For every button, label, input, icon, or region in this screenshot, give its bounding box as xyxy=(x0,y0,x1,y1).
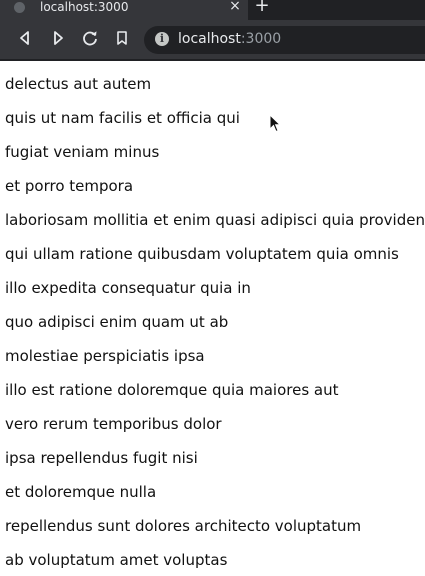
mouse-pointer-icon xyxy=(269,113,282,133)
list-item: illo expedita consequatur quia in xyxy=(5,279,251,297)
arrow-right-icon[interactable] xyxy=(49,29,67,47)
favicon-icon xyxy=(14,2,25,13)
list-item: vero rerum temporibus dolor xyxy=(5,415,222,433)
plus-icon[interactable]: + xyxy=(254,0,270,15)
list-item: quo adipisci enim quam ut ab xyxy=(5,313,229,331)
list-item: et doloremque nulla xyxy=(5,483,157,501)
list-item: ipsa repellendus fugit nisi xyxy=(5,449,198,467)
list-item: ab voluptatum amet voluptas xyxy=(5,551,228,569)
close-icon[interactable]: × xyxy=(228,0,242,14)
list-item: qui ullam ratione quibusdam voluptatem q… xyxy=(5,245,399,263)
tab-title: localhost:3000 xyxy=(40,0,129,14)
tab-strip: localhost:3000 × + xyxy=(0,0,425,20)
reload-icon[interactable] xyxy=(81,29,99,47)
list-item: illo est ratione doloremque quia maiores… xyxy=(5,381,339,399)
bookmark-icon[interactable] xyxy=(113,29,131,47)
arrow-left-icon[interactable] xyxy=(16,29,34,47)
list-item: repellendus sunt dolores architecto volu… xyxy=(5,517,362,535)
address-bar-url[interactable]: localhost:3000 xyxy=(178,30,281,48)
list-item: fugiat veniam minus xyxy=(5,143,160,161)
browser-tab[interactable]: localhost:3000 × xyxy=(0,0,248,20)
list-item: molestiae perspiciatis ipsa xyxy=(5,347,205,365)
info-icon[interactable]: i xyxy=(155,32,169,46)
url-host: localhost xyxy=(178,31,241,47)
list-item: quis ut nam facilis et officia qui xyxy=(5,109,240,127)
list-item: et porro tempora xyxy=(5,177,134,195)
url-port: :3000 xyxy=(240,31,282,47)
list-item: delectus aut autem xyxy=(5,75,152,93)
page-content: delectus aut autem quis ut nam facilis e… xyxy=(0,61,425,576)
list-item: laboriosam mollitia et enim quasi adipis… xyxy=(5,211,425,229)
